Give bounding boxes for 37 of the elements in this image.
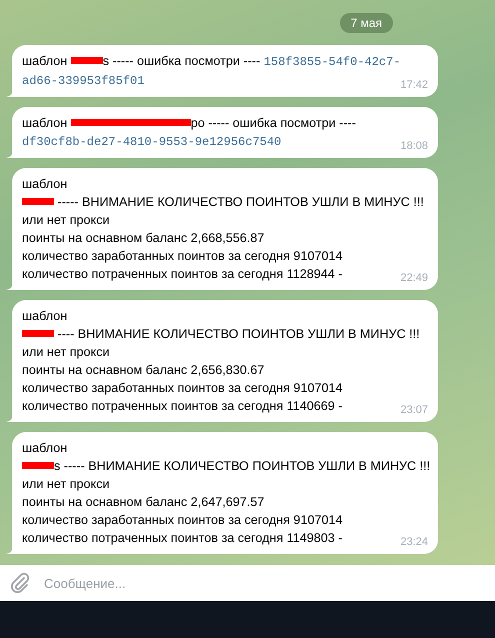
message-text: количество заработанных поинтов за сегодня 9107014 xyxy=(22,249,342,263)
message-link[interactable]: 158f3855-54f0-42c7- xyxy=(264,55,401,69)
message-text: ро ----- ошибка посмотри ---- xyxy=(190,116,356,130)
message-text: s ----- ошибка посмотри ---- xyxy=(102,54,262,68)
attach-icon[interactable] xyxy=(10,572,30,594)
redaction-mark xyxy=(22,330,54,340)
message-text: шаблон xyxy=(22,309,68,323)
redaction-mark xyxy=(22,198,54,208)
message-time: 18:08 xyxy=(400,139,428,153)
message-text: шаблон xyxy=(22,441,68,455)
message-text: количество заработанных поинтов за сегодня 9107014 xyxy=(22,513,342,527)
message-text: ---- ВНИМАНИЕ КОЛИЧЕСТВО ПОИНТОВ УШЛИ В МИНУС !!! xyxy=(56,327,420,341)
message-link[interactable]: ad66-339953f85f01 xyxy=(22,74,144,88)
message-text: шаблон xyxy=(22,54,68,68)
message-text: или нет прокси xyxy=(22,213,110,227)
message-text: количество потраченных поинтов за сегодня 1128944 - xyxy=(22,267,342,281)
message-time: 23:24 xyxy=(400,535,428,549)
message-text: количество потраченных поинтов за сегодня 1140669 - xyxy=(22,399,342,413)
message-text: количество заработанных поинтов за сегодня 9107014 xyxy=(22,381,342,395)
message-text: или нет прокси xyxy=(22,345,110,359)
message-link[interactable]: df30cf8b-de27-4810-9553-9e12956c7540 xyxy=(22,135,282,149)
message-text: шаблон xyxy=(22,116,68,130)
message-text: шаблон xyxy=(22,177,68,191)
message-time: 23:07 xyxy=(400,403,428,417)
message-text: количество потраченных поинтов за сегодня 1149803 - xyxy=(22,531,342,545)
message-time: 17:42 xyxy=(400,78,428,92)
message-field[interactable]: Сообщение... xyxy=(44,576,485,590)
message-text: поинты на оснавном баланс 2,668,556.87 xyxy=(22,231,264,245)
message-text: поинты на оснавном баланс 2,656,830.67 xyxy=(22,363,264,377)
redaction-mark xyxy=(70,57,103,66)
redaction-mark xyxy=(22,462,54,472)
message-text: поинты на оснавном баланс 2,647,697.57 xyxy=(22,495,264,509)
message-text: ----- ВНИМАНИЕ КОЛИЧЕСТВО ПОИНТОВ УШЛИ В МИНУС !!! xyxy=(56,195,424,209)
message-text: или нет прокси xyxy=(22,477,110,491)
date-badge: 7 мая xyxy=(340,13,393,33)
message-text: s ----- ВНИМАНИЕ КОЛИЧЕСТВО ПОИНТОВ УШЛИ В МИНУС !!! xyxy=(54,459,430,473)
message-time: 22:49 xyxy=(400,271,428,285)
